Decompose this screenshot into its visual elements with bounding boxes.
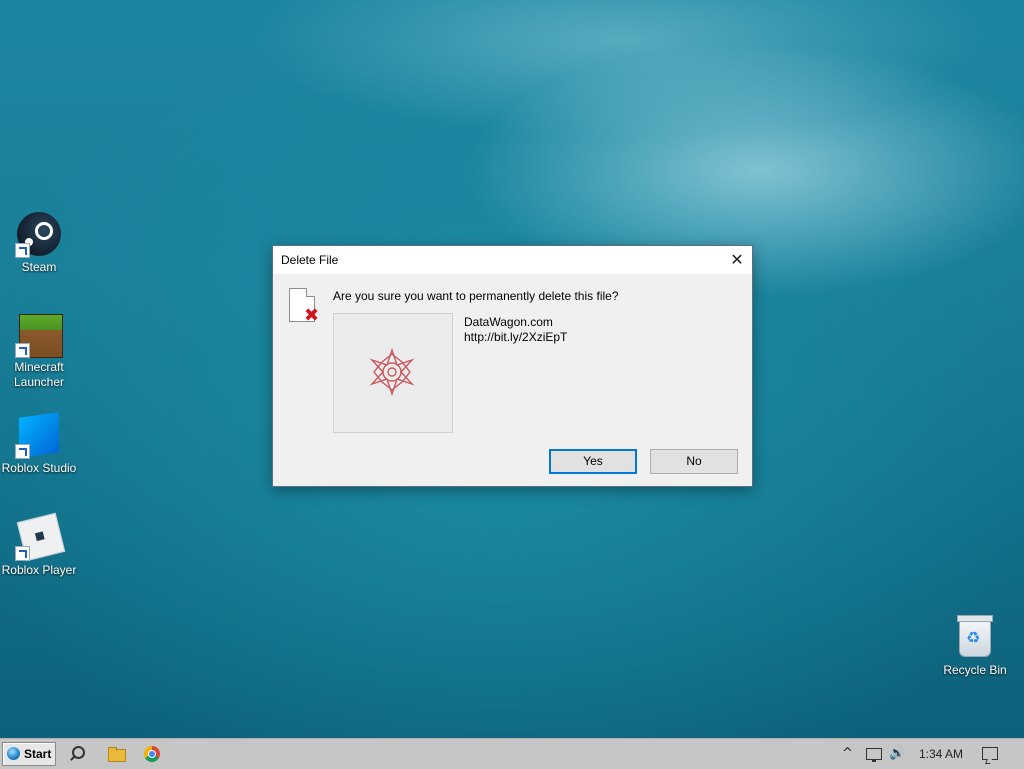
desktop-icon-label: Recycle Bin bbox=[943, 663, 1007, 677]
desktop-icon-label: Minecraft Launcher bbox=[13, 360, 65, 389]
file-explorer-icon[interactable] bbox=[107, 745, 126, 763]
network-icon[interactable] bbox=[866, 748, 882, 762]
search-icon[interactable] bbox=[68, 745, 86, 763]
desktop-icon-minecraft-launcher[interactable]: Minecraft Launcher bbox=[0, 310, 79, 390]
file-name: DataWagon.com bbox=[464, 315, 553, 329]
desktop-icon-label: Steam bbox=[21, 260, 57, 274]
desktop-icon-label: Roblox Player bbox=[1, 563, 77, 577]
clock[interactable]: 1:34 AM bbox=[919, 739, 963, 769]
shortcut-arrow-icon bbox=[15, 444, 30, 459]
dialog-titlebar[interactable]: Delete File ✕ bbox=[273, 246, 752, 274]
datawagon-logo-icon bbox=[369, 348, 415, 396]
shortcut-arrow-icon bbox=[15, 343, 30, 358]
minecraft-icon bbox=[15, 310, 63, 358]
no-button[interactable]: No bbox=[650, 449, 738, 474]
roblox-player-icon bbox=[15, 512, 66, 562]
delete-file-dialog: Delete File ✕ ✖ Are you sure you want to… bbox=[272, 245, 753, 487]
yes-button[interactable]: Yes bbox=[549, 449, 637, 474]
desktop: Steam Minecraft Launcher Roblox Studio R… bbox=[0, 0, 1024, 738]
volume-icon[interactable]: 🔊 bbox=[889, 739, 905, 769]
notification-icon[interactable] bbox=[982, 747, 998, 760]
tray-chevron-icon[interactable]: ^ bbox=[842, 739, 853, 769]
shortcut-arrow-icon bbox=[15, 546, 30, 561]
taskbar: Start ^ 🔊 1:34 AM bbox=[0, 738, 1024, 769]
start-label: Start bbox=[24, 747, 52, 761]
file-thumbnail bbox=[333, 313, 453, 433]
desktop-icon-roblox-studio[interactable]: Roblox Studio bbox=[0, 411, 79, 476]
roblox-studio-icon bbox=[15, 411, 63, 459]
confirm-question: Are you sure you want to permanently del… bbox=[333, 289, 619, 303]
desktop-icon-roblox-player[interactable]: Roblox Player bbox=[0, 512, 79, 578]
shortcut-arrow-icon bbox=[15, 243, 30, 258]
desktop-icon-label: Roblox Studio bbox=[1, 461, 77, 475]
start-orb-icon bbox=[7, 747, 20, 760]
dialog-title: Delete File bbox=[281, 253, 339, 267]
desktop-icon-steam[interactable]: Steam bbox=[0, 210, 79, 275]
delete-x-icon: ✖ bbox=[304, 305, 320, 326]
chrome-icon[interactable] bbox=[144, 746, 160, 762]
start-button[interactable]: Start bbox=[2, 742, 56, 766]
close-button[interactable]: ✕ bbox=[722, 246, 752, 274]
desktop-icon-recycle-bin[interactable]: Recycle Bin bbox=[935, 613, 1015, 678]
file-info: DataWagon.com http://bit.ly/2XziEpT bbox=[464, 315, 567, 345]
steam-icon bbox=[15, 210, 63, 258]
recycle-bin-icon bbox=[951, 613, 999, 661]
file-link: http://bit.ly/2XziEpT bbox=[464, 330, 568, 344]
